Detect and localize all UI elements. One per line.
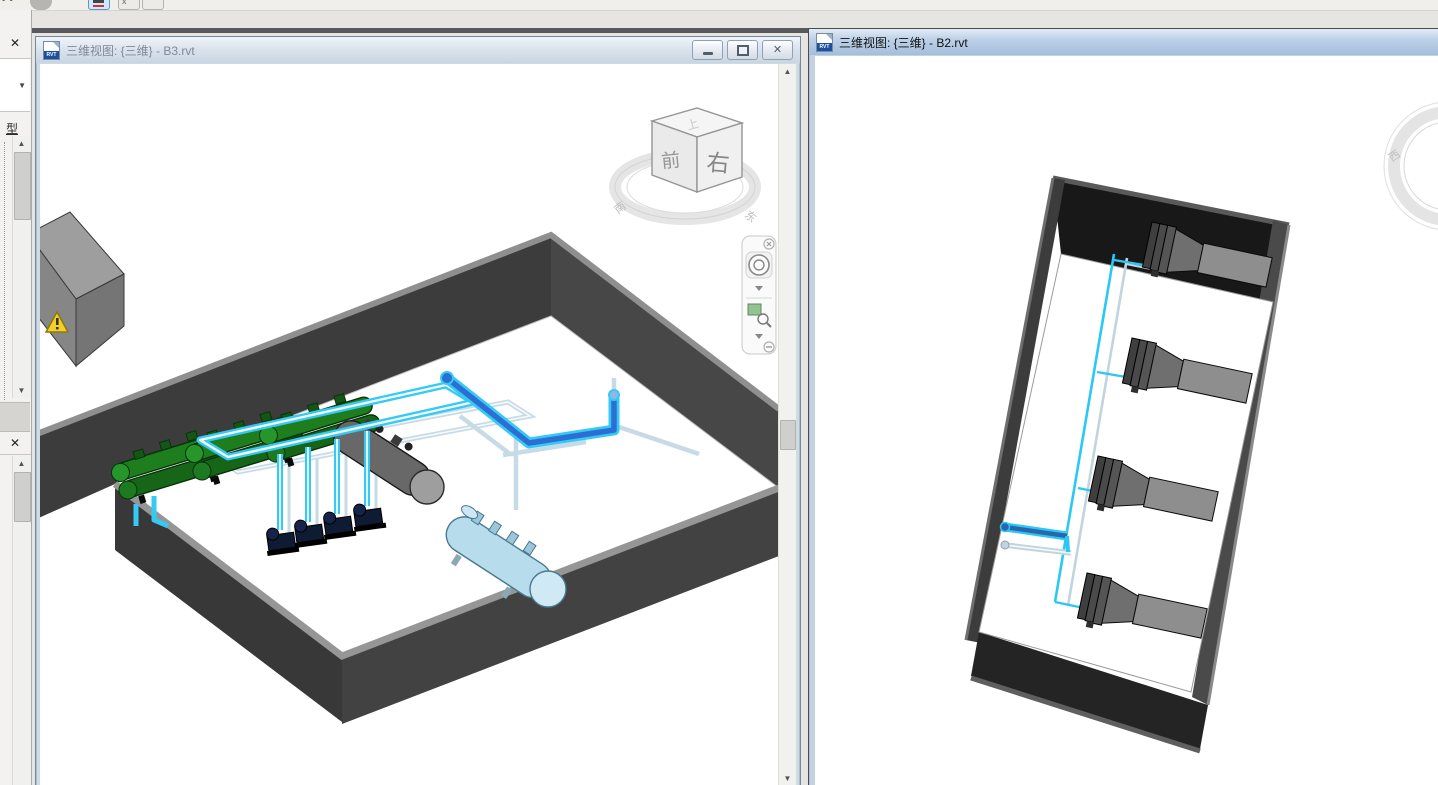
window-controls: ✕ <box>692 40 793 60</box>
type-selector-edge[interactable]: ▼ <box>0 59 30 112</box>
restore-button[interactable] <box>727 40 758 60</box>
scrollbar-thumb[interactable] <box>14 152 31 220</box>
revit-mdi-workspace: A + x ✕ ▼ 型 ▲ ▼ ✕ ▲ <box>0 0 1438 785</box>
page-fold <box>53 42 59 48</box>
minimize-button[interactable] <box>692 40 723 60</box>
adjacent-box-element[interactable] <box>40 212 124 366</box>
view-canvas-b2[interactable]: 西 <box>815 56 1438 785</box>
scroll-up-icon[interactable]: ▲ <box>13 456 30 471</box>
active-tool-icon[interactable] <box>88 0 110 10</box>
window-title: 三维视图: {三维} - B2.rvt <box>839 34 968 51</box>
add-icon[interactable]: + <box>66 0 75 10</box>
panel-divider <box>0 454 31 455</box>
chevron-down-icon[interactable]: ▼ <box>18 81 26 90</box>
view-vertical-scrollbar[interactable]: ▲ ▼ <box>778 64 796 785</box>
rvt-file-icon: RVT <box>816 33 833 52</box>
paste-icon[interactable] <box>142 0 164 10</box>
compass-ring-partial: 西 <box>1384 102 1438 230</box>
panel-footer-row <box>0 402 30 432</box>
scrollbar-thumb[interactable] <box>14 472 31 522</box>
navigation-bar[interactable] <box>742 236 776 354</box>
tree-guide-line <box>4 142 5 400</box>
delete-element-icon[interactable]: x <box>118 0 140 10</box>
properties-panel-close-button[interactable]: ✕ <box>5 34 25 52</box>
browser-panel-close-button[interactable]: ✕ <box>5 434 25 452</box>
scroll-down-icon[interactable]: ▼ <box>779 771 796 785</box>
scroll-down-icon[interactable]: ▼ <box>13 383 30 398</box>
viewcube-front-label: 前 <box>660 149 681 173</box>
delete-x-glyph: x <box>122 0 126 6</box>
pan-icon[interactable] <box>30 0 52 10</box>
close-button[interactable]: ✕ <box>762 40 793 60</box>
properties-scrollbar[interactable]: ▲ ▼ <box>12 136 31 398</box>
titlebar-b2[interactable]: RVT 三维视图: {三维} - B2.rvt <box>809 29 1438 55</box>
rvt-badge: RVT <box>44 51 59 59</box>
view-window-b3: RVT 三维视图: {三维} - B3.rvt ✕ <box>35 36 801 785</box>
minimize-icon <box>703 52 713 55</box>
scene-3d-b2[interactable]: 西 <box>815 56 1438 785</box>
viewcube[interactable]: 南 东 上 前 右 <box>612 108 759 225</box>
docked-panel-edge: ✕ ▼ 型 ▲ ▼ ✕ ▲ <box>0 10 32 785</box>
scrollbar-thumb[interactable] <box>780 420 796 450</box>
close-icon: ✕ <box>773 45 782 56</box>
scene-3d-b3[interactable]: 南 东 上 前 右 <box>40 64 778 785</box>
restore-icon <box>737 45 749 56</box>
tool-glyph <box>93 0 104 3</box>
steering-wheel-icon[interactable] <box>746 252 772 278</box>
scroll-up-icon[interactable]: ▲ <box>13 136 30 151</box>
scroll-up-icon[interactable]: ▲ <box>779 64 796 79</box>
edit-type-link[interactable]: 型 <box>6 120 18 137</box>
view-window-b2: RVT 三维视图: {三维} - B2.rvt 西 <box>808 28 1438 785</box>
view-canvas-b3[interactable]: 南 东 上 前 右 <box>40 64 796 785</box>
browser-scrollbar[interactable]: ▲ <box>12 456 31 785</box>
viewcube-right-label: 右 <box>706 149 731 177</box>
ribbon-edge-toolbar: A + x <box>0 0 1438 11</box>
text-note-icon[interactable]: A <box>2 0 13 10</box>
page-fold <box>826 34 832 40</box>
rvt-badge: RVT <box>817 43 832 51</box>
window-title: 三维视图: {三维} - B3.rvt <box>66 42 195 59</box>
rvt-file-icon: RVT <box>43 41 60 60</box>
titlebar-b3[interactable]: RVT 三维视图: {三维} - B3.rvt ✕ <box>36 37 800 63</box>
tool-underline <box>93 5 104 7</box>
